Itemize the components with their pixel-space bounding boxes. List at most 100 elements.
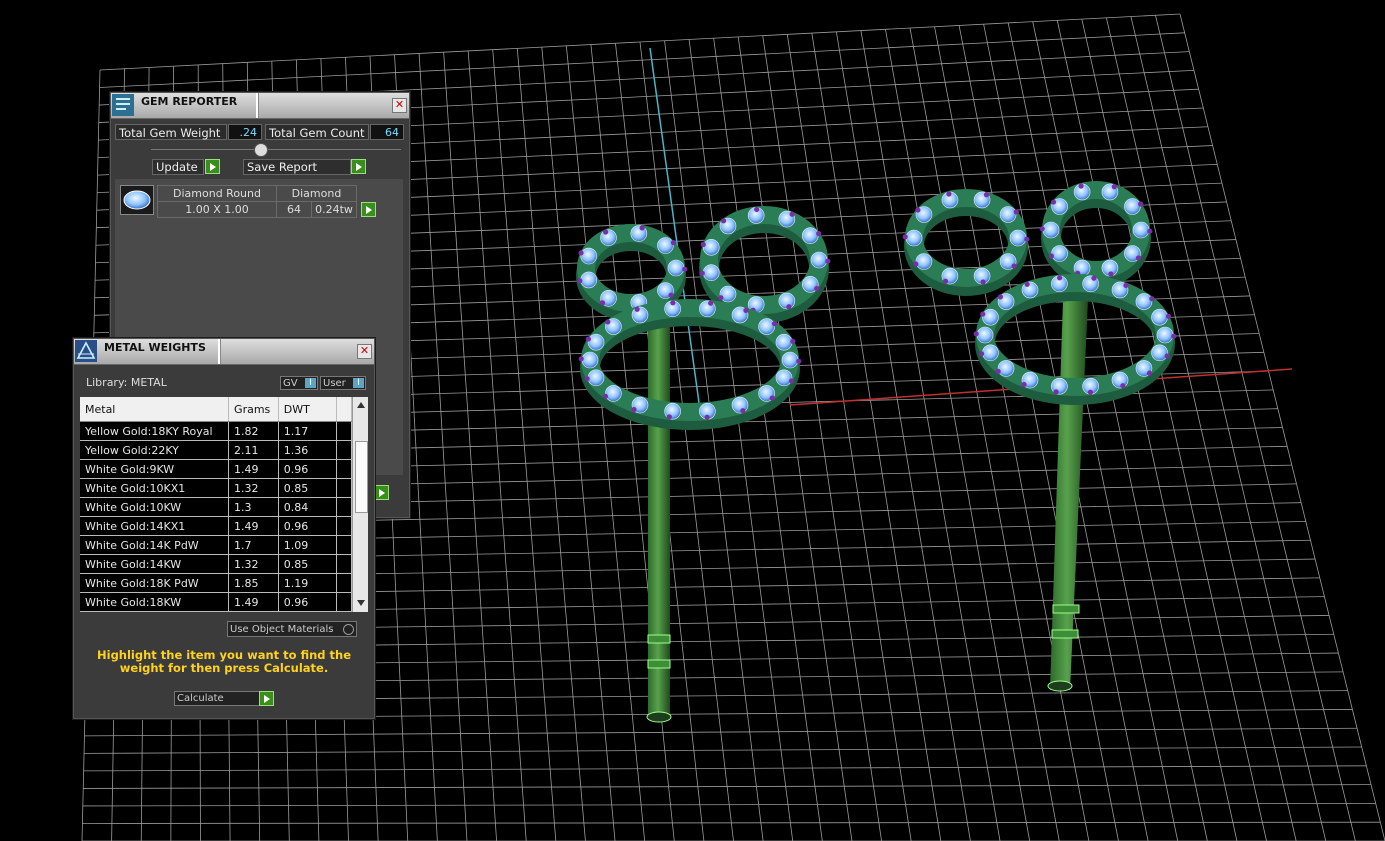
gem-stone [1111,371,1129,389]
gem-stone [1132,221,1150,239]
table-row[interactable]: White Gold:14KW 1.32 0.85 [80,554,353,574]
row-spacer [336,592,353,612]
gem-stone [731,396,749,414]
row-spacer [336,573,353,593]
gem-reporter-titlebar[interactable]: GEM REPORTER ✕ [111,93,409,119]
gem-stone [702,264,720,281]
row-spacer [336,421,353,441]
gem-stone [600,229,617,246]
table-row[interactable]: White Gold:18K PdW 1.85 1.19 [80,573,353,593]
grams-cell: 1.82 [228,421,279,441]
gem-reporter-go-icon[interactable] [374,485,389,500]
save-report-button[interactable]: Save Report [243,159,351,175]
metal-name-cell: White Gold:14KX1 [80,516,230,536]
dwt-cell: 1.36 [278,440,337,460]
gem-stone [982,344,999,362]
diamond-round-gem-icon [120,185,154,215]
calculate-label: Calculate [177,693,224,704]
dwt-cell: 0.79 [278,611,337,612]
metal-table-scrollbar[interactable] [352,397,368,612]
metal-weights-title: METAL WEIGHTS [104,341,206,354]
metal-name-cell: White Gold:14K PdW [80,535,230,555]
table-row[interactable]: Silver:.925 Sterling1.220.79 [80,611,353,612]
dwt-cell: 0.85 [278,554,337,574]
scroll-down-icon[interactable] [357,600,365,606]
gem-stone [587,333,605,351]
metal-name-cell: Yellow Gold:18KY Royal [80,421,230,441]
earring-post-left [648,300,670,720]
gem-stone [775,369,793,387]
metal-name-cell: White Gold:18K PdW [80,573,230,593]
gem-stone [1151,344,1168,362]
use-object-materials-checkbox-icon [343,624,354,635]
row-spacer [336,554,353,574]
gem-stone [810,251,828,269]
gem-stone [631,306,649,324]
table-row[interactable]: White Gold:14K PdW 1.7 1.09 [80,535,353,555]
gem-reporter-close-icon[interactable]: ✕ [392,98,407,113]
table-row[interactable]: White Gold:10KW 1.3 0.84 [80,497,353,517]
row-spacer [336,516,353,536]
metal-table-container[interactable]: Metal Grams DWT Yellow Gold:18KY Royal 1.… [80,397,368,612]
use-object-materials-toggle[interactable]: Use Object Materials [227,621,357,637]
scroll-thumb[interactable] [355,441,368,513]
gem-stone [667,259,685,277]
user-toggle[interactable]: User I [320,376,366,390]
gem-table[interactable]: Diamond Round Diamond 1.00 X 1.00 64 0.2… [157,185,357,218]
gem-stone [580,247,598,265]
table-row[interactable]: White Gold:18KW 1.49 0.96 [80,592,353,612]
gv-toggle-label: GV [283,378,298,389]
grams-cell: 1.22 [228,611,279,612]
gem-stone [605,385,622,402]
row-spacer [336,611,353,612]
gem-stone [581,351,599,369]
gem-stone [1151,308,1168,326]
grams-cell: 1.85 [228,573,279,593]
table-row[interactable]: White Gold:9KW 1.49 0.96 [80,459,353,479]
metal-name-cell: White Gold:10KW [80,497,230,517]
table-row[interactable]: Yellow Gold:22KY 2.11 1.36 [80,440,353,460]
collapse-handle-icon[interactable] [254,143,268,157]
gem-stone [982,308,999,326]
total-gem-weight-label: Total Gem Weight [115,124,227,140]
gem-stone [1009,229,1027,247]
gem-stone [1042,221,1060,239]
gem-row[interactable]: Diamond Round Diamond [157,185,357,202]
update-go-icon[interactable] [205,159,220,174]
dwt-cell: 0.84 [278,497,337,517]
dwt-cell: 0.96 [278,516,337,536]
dwt-cell: 1.09 [278,535,337,555]
dwt-cell: 0.85 [278,478,337,498]
table-row[interactable]: White Gold:14KX1 1.49 0.96 [80,516,353,536]
gem-row-go-icon[interactable] [361,202,376,217]
gem-stone [1051,245,1068,262]
grams-cell: 1.49 [228,516,279,536]
metal-name-cell: White Gold:10KX1 [80,478,230,498]
gem-stone [781,351,799,369]
gem-stone [587,369,605,387]
earring-left[interactable] [576,206,831,723]
col-header-dwt[interactable]: DWT [278,397,337,422]
calculate-go-icon[interactable] [259,691,274,706]
metal-table[interactable]: Metal Grams DWT Yellow Gold:18KY Royal 1.… [80,397,353,612]
col-header-metal[interactable]: Metal [80,397,230,422]
gv-toggle[interactable]: GV I [280,376,318,390]
row-spacer [336,478,353,498]
gem-material: Diamond [276,185,357,202]
grams-cell: 1.3 [228,497,279,517]
scroll-up-icon[interactable] [357,402,365,408]
calculate-button[interactable]: Calculate [174,691,260,706]
col-header-grams[interactable]: Grams [228,397,279,422]
update-button[interactable]: Update [152,159,204,175]
save-report-go-icon[interactable] [351,159,366,174]
library-label: Library: METAL [86,376,167,389]
table-row[interactable]: Yellow Gold:18KY Royal 1.82 1.17 [80,421,353,441]
table-row[interactable]: White Gold:10KX1 1.32 0.85 [80,478,353,498]
gem-stone [702,239,720,256]
gem-stone [758,318,775,335]
metal-weights-titlebar[interactable]: METAL WEIGHTS ✕ [74,339,374,365]
metal-weights-close-icon[interactable]: ✕ [357,344,372,359]
gem-stone [999,206,1017,223]
gem-row-detail[interactable]: 1.00 X 1.00 64 0.24tw [157,201,357,218]
gem-stone [915,253,933,270]
